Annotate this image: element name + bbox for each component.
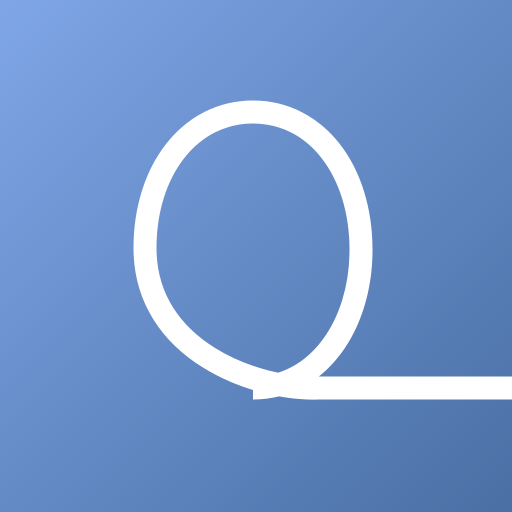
loop-line-logo-icon [0, 0, 512, 512]
app-icon-tile [0, 0, 512, 512]
gradient-background [0, 0, 512, 512]
